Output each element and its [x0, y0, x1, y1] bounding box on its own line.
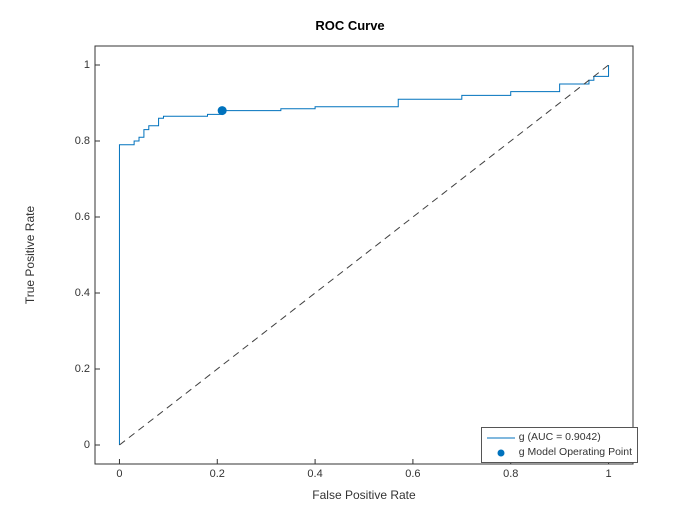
x-tick-label: 0.4	[307, 468, 322, 480]
plot-canvas	[95, 46, 633, 464]
legend-label-line: g (AUC = 0.9042)	[519, 430, 601, 445]
plot-axes	[95, 46, 633, 464]
legend-entry-point: g Model Operating Point	[487, 445, 632, 460]
chart-title: ROC Curve	[0, 18, 700, 33]
x-axis-label: False Positive Rate	[95, 488, 633, 502]
x-tick-label: 0.8	[503, 468, 518, 480]
x-tick-label: 0.6	[405, 468, 420, 480]
x-tick-label: 0	[116, 468, 122, 480]
legend-label-point: g Model Operating Point	[519, 445, 632, 460]
y-tick-label: 0	[70, 439, 90, 451]
y-axis-label: True Positive Rate	[23, 46, 43, 464]
legend-swatch-line	[487, 431, 515, 445]
legend-entry-line: g (AUC = 0.9042)	[487, 430, 632, 445]
y-tick-label: 0.2	[70, 363, 90, 375]
legend-swatch-point	[487, 446, 515, 460]
x-tick-label: 0.2	[210, 468, 225, 480]
y-tick-label: 0.8	[70, 135, 90, 147]
legend: g (AUC = 0.9042) g Model Operating Point	[481, 427, 638, 463]
y-tick-label: 0.4	[70, 287, 90, 299]
y-tick-label: 0.6	[70, 211, 90, 223]
roc-figure: ROC Curve True Positive Rate False Posit…	[0, 0, 700, 525]
x-tick-label: 1	[605, 468, 611, 480]
y-tick-label: 1	[70, 59, 90, 71]
